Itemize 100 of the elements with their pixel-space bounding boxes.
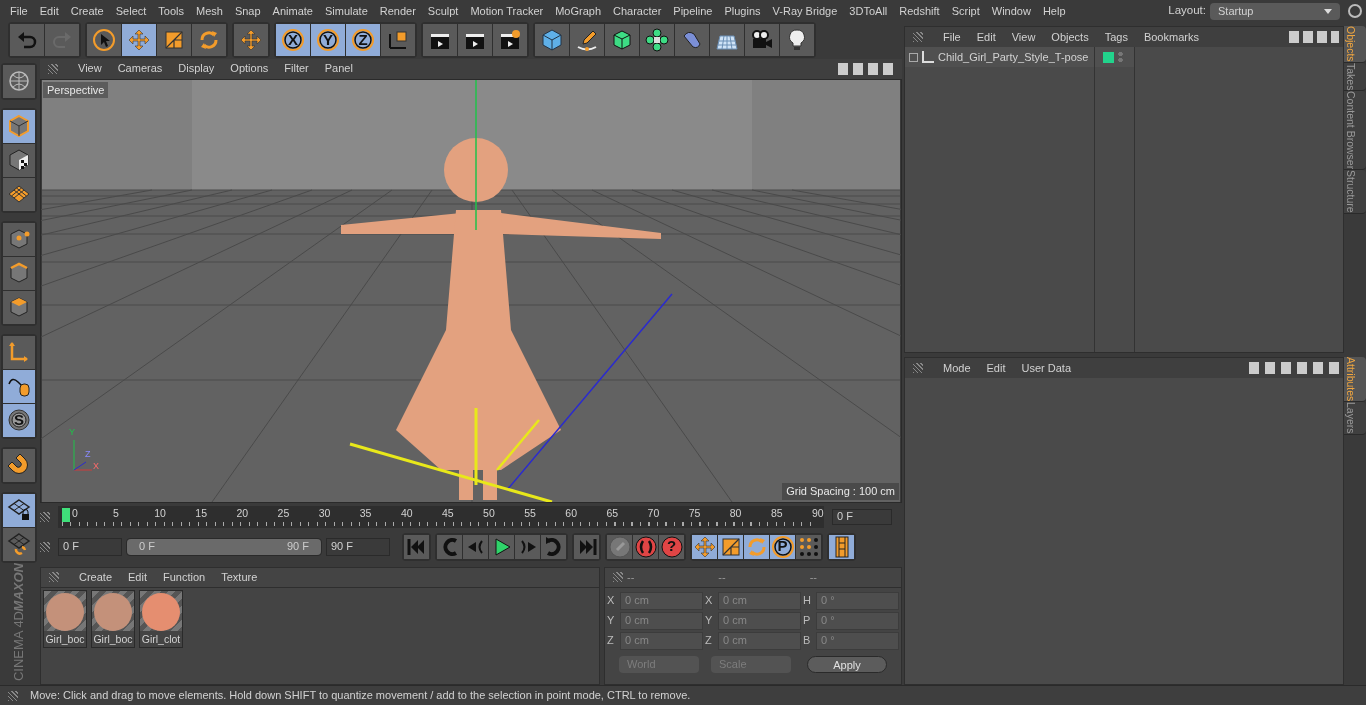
tool-button[interactable]: [3, 64, 35, 98]
tool-button[interactable]: [3, 527, 35, 561]
menu-item[interactable]: Render: [373, 2, 422, 20]
tool-button[interactable]: [605, 24, 639, 57]
grip-handle[interactable]: [49, 572, 59, 583]
tool-button[interactable]: [157, 24, 191, 57]
tool-button[interactable]: [234, 24, 268, 57]
tool-button[interactable]: [3, 143, 35, 177]
menu-item[interactable]: Select: [109, 2, 153, 20]
menu-item[interactable]: Redshift: [893, 2, 946, 20]
tool-button[interactable]: [3, 493, 35, 527]
tool-button[interactable]: Y: [311, 24, 345, 57]
side-tab[interactable]: Takes: [1344, 62, 1366, 92]
tool-button[interactable]: [692, 534, 717, 559]
menu-item[interactable]: File: [4, 2, 34, 20]
frame-field[interactable]: 0 F: [832, 508, 892, 525]
menu-item[interactable]: Plugins: [718, 2, 767, 20]
material-swatch[interactable]: Girl_clot: [139, 589, 183, 648]
menu-item[interactable]: MoGraph: [549, 2, 608, 20]
tool-button[interactable]: X: [276, 24, 310, 57]
menu-item[interactable]: Sculpt: [421, 2, 465, 20]
tool-button[interactable]: [3, 256, 35, 290]
layer-color-swatch[interactable]: [1103, 51, 1114, 63]
menu-item[interactable]: Objects: [1051, 28, 1089, 46]
grip-handle[interactable]: [40, 541, 50, 552]
tool-button[interactable]: [3, 109, 35, 143]
tool-button[interactable]: [3, 177, 35, 211]
tool-button[interactable]: [423, 24, 457, 57]
grip-handle[interactable]: [48, 63, 58, 74]
grip-handle[interactable]: [40, 511, 50, 522]
menu-item[interactable]: Edit: [33, 2, 65, 20]
menu-item[interactable]: Bookmarks: [1143, 28, 1199, 46]
grip-handle[interactable]: [613, 572, 623, 583]
menu-item[interactable]: Animate: [266, 2, 319, 20]
menu-item[interactable]: Filter: [284, 60, 309, 77]
tool-button[interactable]: [122, 24, 156, 57]
tool-button[interactable]: [489, 534, 514, 559]
tool-button[interactable]: [535, 24, 569, 57]
menu-item[interactable]: Panel: [324, 60, 353, 77]
material-swatch[interactable]: Girl_boc: [91, 589, 135, 648]
tool-button[interactable]: [796, 534, 821, 559]
tool-button[interactable]: [640, 24, 674, 57]
menu-item[interactable]: Edit: [976, 28, 996, 46]
tool-button[interactable]: [3, 448, 35, 482]
tool-button[interactable]: [192, 24, 226, 57]
grip-handle[interactable]: [913, 363, 923, 373]
tool-button[interactable]: ?: [659, 534, 684, 559]
tool-button[interactable]: [718, 534, 743, 559]
menu-item[interactable]: View: [78, 60, 102, 77]
menu-item[interactable]: 3DToAll: [843, 2, 894, 20]
menu-item[interactable]: Snap: [228, 2, 267, 20]
playhead[interactable]: [62, 507, 70, 522]
tool-button[interactable]: [3, 290, 35, 324]
tool-button[interactable]: [3, 222, 35, 256]
tool-button[interactable]: [829, 534, 854, 559]
tool-button[interactable]: [3, 335, 35, 369]
layout-dropdown[interactable]: Startup: [1210, 2, 1340, 20]
menu-item[interactable]: File: [943, 28, 961, 46]
search-icon[interactable]: [1348, 4, 1362, 18]
side-tab[interactable]: Attributes: [1344, 357, 1366, 403]
apply-button[interactable]: Apply: [807, 655, 887, 673]
menu-item[interactable]: Tools: [152, 2, 190, 20]
panel-toolbar-icons[interactable]: [1249, 362, 1339, 374]
tool-button[interactable]: [745, 24, 779, 57]
menu-item[interactable]: Window: [985, 2, 1037, 20]
tool-button[interactable]: [744, 534, 769, 559]
menu-item[interactable]: Create: [64, 2, 110, 20]
range-slider[interactable]: 0 F 90 F: [126, 537, 322, 556]
grip-handle[interactable]: [913, 32, 923, 42]
menu-item[interactable]: Edit: [986, 359, 1006, 377]
tool-button[interactable]: [458, 24, 492, 57]
tool-button[interactable]: [710, 24, 744, 57]
tool-button[interactable]: [381, 24, 415, 57]
tool-button[interactable]: [493, 24, 527, 57]
tool-button[interactable]: [780, 24, 814, 57]
timeline-ruler[interactable]: 0 5 10 15 20 25 30 35 40 45 50 55 60 65 70 75 80 85 90: [58, 505, 824, 528]
side-tab[interactable]: Layers: [1344, 402, 1366, 435]
menu-item[interactable]: Texture: [221, 568, 258, 586]
menu-item[interactable]: Simulate: [318, 2, 374, 20]
menu-item[interactable]: Motion Tracker: [464, 2, 550, 20]
expand-toggle[interactable]: [909, 52, 918, 62]
material-swatch[interactable]: Girl_boc: [43, 589, 87, 648]
grip-handle[interactable]: [8, 690, 18, 701]
tool-button[interactable]: [570, 24, 604, 57]
menu-item[interactable]: Create: [79, 568, 113, 586]
menu-item[interactable]: Display: [178, 60, 215, 77]
menu-item[interactable]: Cameras: [117, 60, 163, 77]
side-tab[interactable]: Objects: [1344, 26, 1366, 63]
side-tab[interactable]: Content Browser: [1344, 91, 1366, 171]
menu-item[interactable]: User Data: [1021, 359, 1072, 377]
menu-item[interactable]: Mode: [943, 359, 971, 377]
side-tab[interactable]: Structure: [1344, 170, 1366, 214]
menu-item[interactable]: V-Ray Bridge: [766, 2, 844, 20]
tool-button[interactable]: [3, 369, 35, 403]
tool-button[interactable]: Z: [346, 24, 380, 57]
menu-item[interactable]: Options: [230, 60, 269, 77]
frame-field[interactable]: 90 F: [326, 537, 390, 556]
menu-item[interactable]: Function: [163, 568, 206, 586]
panel-toolbar-icons[interactable]: [1289, 31, 1339, 43]
menu-item[interactable]: Tags: [1104, 28, 1128, 46]
